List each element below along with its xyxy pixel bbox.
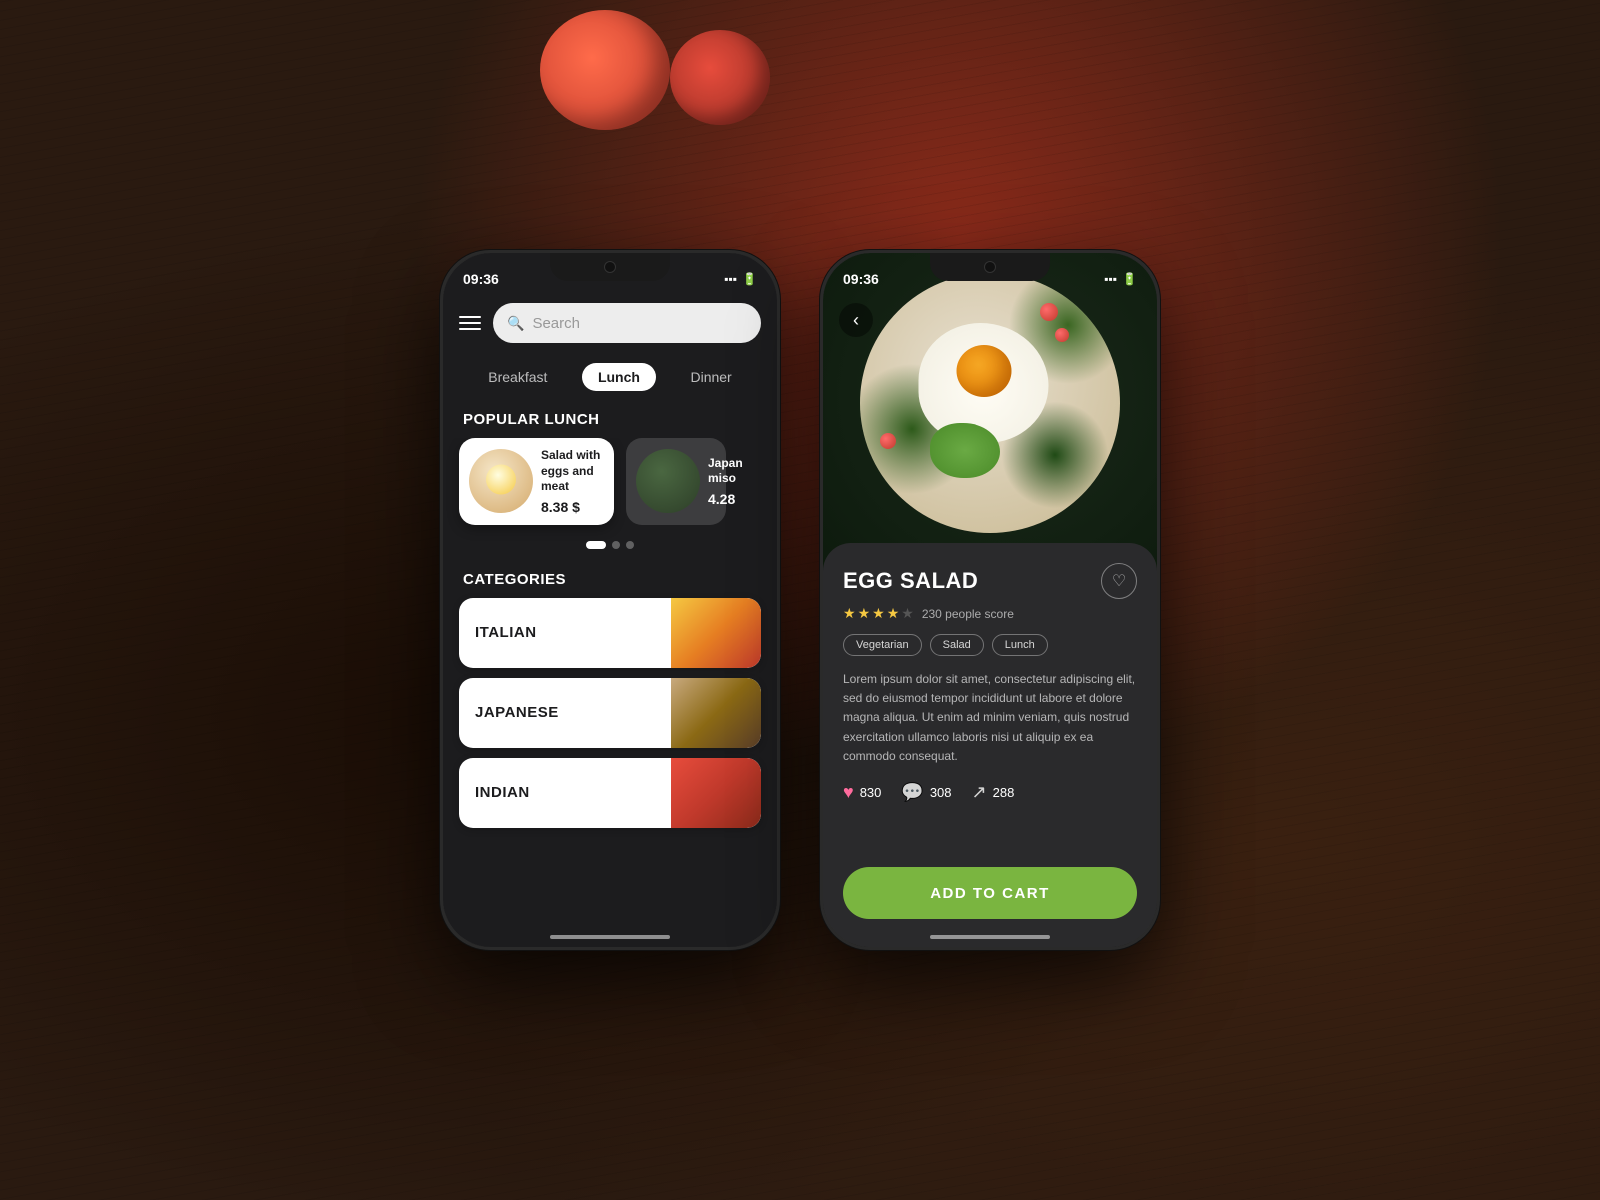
signal-icon-2: ▪▪▪ (1104, 272, 1117, 286)
food-card-price-2: 4.28 (708, 491, 743, 507)
pagination-dots (443, 541, 777, 563)
add-to-cart-button[interactable]: ADD TO CART (843, 867, 1137, 919)
food-card-name-2: Japan miso (708, 456, 743, 487)
category-indian-image (671, 758, 761, 828)
egg-bowl (860, 273, 1120, 533)
shares-stat: ↗ 288 (972, 782, 1015, 803)
tomato-decoration-right (670, 30, 770, 125)
food-card-info-1: Salad with eggs and meat 8.38 $ (541, 448, 604, 515)
categories-title: CATEGORIES (443, 563, 777, 598)
rating-count: 230 people score (922, 607, 1014, 621)
status-icons-2: ▪▪▪ 🔋 (1104, 272, 1137, 286)
category-japanese-label: JAPANESE (459, 704, 671, 721)
fried-egg (919, 323, 1049, 443)
social-stats: ♥ 830 💬 308 ↗ 288 (843, 782, 1137, 803)
category-italian[interactable]: ITALIAN (459, 598, 761, 668)
battery-icon-2: 🔋 (1122, 272, 1137, 286)
egg-yolk (957, 345, 1012, 397)
status-time-2: 09:36 (843, 271, 879, 287)
phone-notch-2 (930, 253, 1050, 281)
tomato-decoration-left (540, 10, 670, 130)
star-3: ★ (872, 605, 885, 622)
category-japanese[interactable]: JAPANESE (459, 678, 761, 748)
category-japanese-image (671, 678, 761, 748)
food-card-1[interactable]: Salad with eggs and meat 8.38 $ (459, 438, 614, 525)
star-1: ★ (843, 605, 856, 622)
detail-content: EGG SALAD ♡ ★ ★ ★ ★ ★ 230 peo (823, 543, 1157, 947)
search-placeholder: Search (532, 315, 580, 332)
home-screen: 09:36 ▪▪▪ 🔋 🔍 Search (443, 253, 777, 947)
tab-breakfast[interactable]: Breakfast (472, 363, 563, 391)
heart-filled-icon: ♥ (843, 782, 854, 803)
phone-home: 09:36 ▪▪▪ 🔋 🔍 Search (440, 250, 780, 950)
battery-icon: 🔋 (742, 272, 757, 286)
detail-title: EGG SALAD (843, 568, 978, 594)
dot-3 (626, 541, 634, 549)
category-italian-label: ITALIAN (459, 624, 671, 641)
detail-food-image (823, 253, 1157, 573)
tag-lunch[interactable]: Lunch (992, 634, 1048, 656)
search-bar[interactable]: 🔍 Search (493, 303, 761, 343)
category-italian-image (671, 598, 761, 668)
status-icons-1: ▪▪▪ 🔋 (724, 272, 757, 286)
likes-count: 830 (860, 785, 882, 800)
status-time-1: 09:36 (463, 271, 499, 287)
phone-home-screen: 09:36 ▪▪▪ 🔋 🔍 Search (443, 253, 777, 947)
category-indian-label: INDIAN (459, 784, 671, 801)
detail-title-row: EGG SALAD ♡ (843, 563, 1137, 599)
favorite-button[interactable]: ♡ (1101, 563, 1137, 599)
comments-stat: 💬 308 (901, 782, 951, 803)
cherry-tomato-1 (1040, 303, 1058, 321)
comment-icon: 💬 (901, 782, 923, 803)
food-card-price-1: 8.38 $ (541, 499, 604, 515)
meal-tabs: Breakfast Lunch Dinner (443, 355, 777, 403)
share-icon: ↗ (972, 782, 987, 803)
star-rating: ★ ★ ★ ★ ★ (843, 605, 914, 622)
signal-icon: ▪▪▪ (724, 272, 737, 286)
shares-count: 288 (993, 785, 1015, 800)
menu-icon[interactable] (459, 316, 481, 330)
phone-notch-1 (550, 253, 670, 281)
phone-detail-screen: 09:36 ▪▪▪ 🔋 (823, 253, 1157, 947)
description-text: Lorem ipsum dolor sit amet, consectetur … (843, 670, 1137, 766)
food-card-image-2 (636, 449, 700, 513)
tag-salad[interactable]: Salad (930, 634, 984, 656)
tags-row: Vegetarian Salad Lunch (843, 634, 1137, 656)
search-icon: 🔍 (507, 315, 524, 332)
rating-row: ★ ★ ★ ★ ★ 230 people score (843, 605, 1137, 622)
cherry-tomato-3 (880, 433, 896, 449)
food-card-info-2: Japan miso 4.28 (708, 456, 743, 507)
popular-title: POPULAR LUNCH (443, 403, 777, 438)
star-4: ★ (887, 605, 900, 622)
phone-detail: 09:36 ▪▪▪ 🔋 (820, 250, 1160, 950)
home-indicator-1 (550, 935, 670, 939)
heart-icon: ♡ (1112, 571, 1126, 591)
star-5: ★ (901, 605, 914, 622)
comments-count: 308 (930, 785, 952, 800)
cherry-tomato-2 (1055, 328, 1069, 342)
category-indian[interactable]: INDIAN (459, 758, 761, 828)
categories-list: ITALIAN JAPANESE INDIAN (443, 598, 777, 828)
dot-2 (612, 541, 620, 549)
food-card-2[interactable]: Japan miso 4.28 (626, 438, 726, 525)
dot-1 (586, 541, 606, 549)
food-card-image-1 (469, 449, 533, 513)
star-2: ★ (858, 605, 871, 622)
tag-vegetarian[interactable]: Vegetarian (843, 634, 922, 656)
tab-lunch[interactable]: Lunch (582, 363, 656, 391)
phones-container: 09:36 ▪▪▪ 🔋 🔍 Search (440, 250, 1160, 950)
back-button[interactable]: ‹ (839, 303, 873, 337)
likes-stat: ♥ 830 (843, 782, 881, 803)
food-cards-list: Salad with eggs and meat 8.38 $ Japan mi… (443, 438, 777, 541)
tab-dinner[interactable]: Dinner (674, 363, 747, 391)
guacamole (930, 423, 1000, 478)
home-indicator-2 (930, 935, 1050, 939)
detail-screen: 09:36 ▪▪▪ 🔋 (823, 253, 1157, 947)
food-card-name-1: Salad with eggs and meat (541, 448, 604, 495)
